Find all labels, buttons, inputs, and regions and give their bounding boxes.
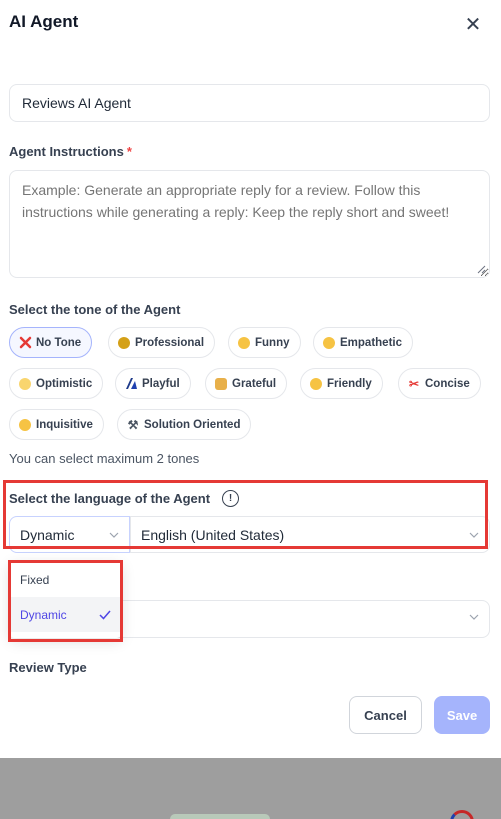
scissors-icon: ✂ — [408, 376, 420, 391]
dropdown-option-dynamic[interactable]: Dynamic — [9, 597, 122, 632]
chip-label: No Tone — [36, 336, 82, 349]
tone-chip-playful[interactable]: Playful — [115, 368, 191, 399]
tone-chip-professional[interactable]: Professional — [108, 327, 216, 358]
tone-limit-hint: You can select maximum 2 tones — [9, 451, 200, 466]
tone-chip-empathetic[interactable]: Empathetic — [313, 327, 413, 358]
agent-name-input[interactable] — [9, 84, 490, 122]
language-value: English (United States) — [141, 526, 285, 543]
sunrise-icon — [18, 377, 32, 391]
cross-icon — [18, 336, 32, 350]
tone-chip-optimistic[interactable]: Optimistic — [9, 368, 104, 399]
instructions-label: Agent Instructions * — [9, 144, 132, 159]
dropdown-option-fixed[interactable]: Fixed — [9, 562, 122, 597]
page-backdrop — [0, 758, 501, 819]
save-button[interactable]: Save — [434, 696, 490, 734]
option-label: Fixed — [20, 572, 50, 587]
thinking-face-icon — [18, 418, 32, 432]
required-marker: * — [126, 144, 132, 159]
tone-chip-friendly[interactable]: Friendly — [300, 368, 383, 399]
tone-chip-funny[interactable]: Funny — [228, 327, 301, 358]
chip-label: Grateful — [232, 377, 277, 390]
laughing-face-icon — [237, 336, 251, 350]
chevron-down-icon — [109, 532, 119, 538]
option-label: Dynamic — [20, 607, 67, 622]
ai-agent-modal: AI Agent ✕ Agent Instructions* Select th… — [0, 0, 501, 758]
chip-label: Playful — [142, 377, 180, 390]
language-label-text: Select the language of the Agent — [9, 491, 211, 506]
tone-chip-inquisitive[interactable]: Inquisitive — [9, 409, 104, 440]
tone-chip-solution-oriented[interactable]: ⚒ Solution Oriented — [117, 409, 252, 440]
instructions-label-text: Agent Instructions — [9, 144, 124, 159]
cancel-button[interactable]: Cancel — [349, 696, 422, 734]
chip-label: Funny — [255, 336, 290, 349]
chevron-down-icon — [469, 614, 479, 620]
chip-label: Solution Oriented — [144, 418, 241, 431]
smile-icon — [309, 377, 323, 391]
tone-chip-concise[interactable]: ✂ Concise — [398, 368, 481, 399]
close-icon[interactable]: ✕ — [462, 14, 484, 36]
instructions-textarea[interactable] — [9, 170, 490, 278]
language-mode-select[interactable]: Dynamic — [9, 516, 130, 553]
chevron-down-icon — [469, 532, 479, 538]
chip-label: Concise — [425, 377, 470, 390]
playful-icon — [124, 377, 138, 391]
tone-label: Select the tone of the Agent — [9, 302, 181, 317]
tone-chip-no-tone[interactable]: No Tone — [9, 327, 93, 358]
background-element — [170, 814, 270, 819]
check-icon — [99, 610, 111, 620]
review-type-label: Review Type — [9, 660, 87, 675]
info-icon[interactable]: ! — [222, 490, 240, 507]
tools-icon: ⚒ — [127, 417, 139, 432]
smiling-face-icon — [322, 336, 336, 350]
language-select[interactable]: English (United States) — [130, 516, 490, 553]
language-label: Select the language of the Agent ! — [9, 490, 240, 507]
language-mode-value: Dynamic — [20, 526, 75, 543]
chip-label: Optimistic — [36, 377, 93, 390]
chip-label: Professional — [135, 336, 205, 349]
chip-label: Inquisitive — [36, 418, 93, 431]
language-mode-dropdown: Fixed Dynamic — [9, 560, 122, 638]
modal-title: AI Agent — [9, 12, 79, 31]
professional-icon — [117, 336, 131, 350]
chip-label: Friendly — [327, 377, 372, 390]
tone-chip-grateful[interactable]: Grateful — [205, 368, 288, 399]
chip-label: Empathetic — [340, 336, 402, 349]
folded-hands-icon — [214, 377, 228, 391]
